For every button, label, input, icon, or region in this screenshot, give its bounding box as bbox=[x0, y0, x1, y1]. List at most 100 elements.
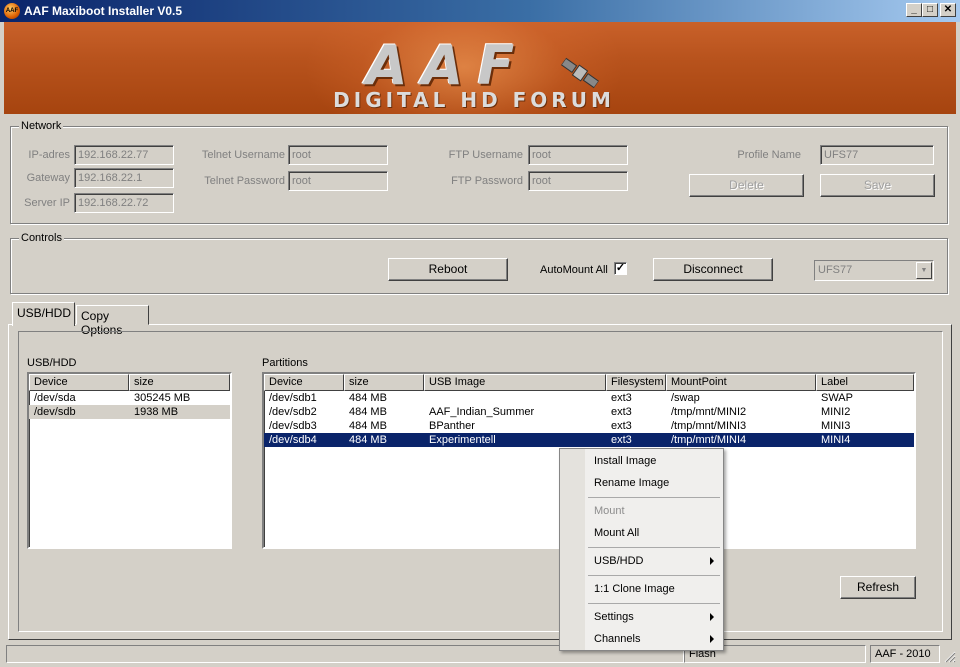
cell-label: MINI4 bbox=[821, 434, 851, 446]
menu-mount-all[interactable]: Mount All bbox=[586, 523, 722, 543]
cell-device: /dev/sdb2 bbox=[269, 406, 317, 418]
col-size[interactable]: size bbox=[129, 374, 230, 391]
ftp-username-field[interactable]: root bbox=[528, 145, 628, 165]
maximize-icon: □ bbox=[926, 4, 934, 15]
gateway-field[interactable]: 192.168.22.1 bbox=[74, 168, 174, 188]
server-ip-field[interactable]: 192.168.22.72 bbox=[74, 193, 174, 213]
cell-mount: /tmp/mnt/MINI2 bbox=[671, 406, 747, 418]
context-menu: Install Image Rename Image Mount Mount A… bbox=[559, 448, 724, 651]
close-icon: ✕ bbox=[943, 4, 953, 15]
disconnect-button[interactable]: Disconnect bbox=[653, 258, 773, 281]
cell-image: Experimentell bbox=[429, 434, 496, 446]
submenu-arrow-icon bbox=[710, 613, 714, 621]
menu-separator bbox=[588, 547, 720, 548]
ip-field[interactable]: 192.168.22.77 bbox=[74, 145, 174, 165]
usb-row[interactable]: /dev/sda 305245 MB bbox=[29, 391, 230, 405]
cell-size: 484 MB bbox=[349, 434, 387, 446]
menu-usb-hdd[interactable]: USB/HDD bbox=[586, 551, 722, 571]
cell-label: SWAP bbox=[821, 392, 853, 404]
usb-row-device: /dev/sdb bbox=[34, 406, 76, 418]
banner-logo: AAF bbox=[365, 34, 529, 97]
cell-fs: ext3 bbox=[611, 406, 632, 418]
submenu-arrow-icon bbox=[710, 635, 714, 643]
menu-settings[interactable]: Settings bbox=[586, 607, 722, 627]
menu-rename-image[interactable]: Rename Image bbox=[586, 473, 722, 493]
col-label[interactable]: Label bbox=[816, 374, 914, 391]
col-device[interactable]: Device bbox=[29, 374, 129, 391]
menu-channels[interactable]: Channels bbox=[586, 629, 722, 649]
resize-grip-icon[interactable] bbox=[942, 649, 956, 663]
cell-fs: ext3 bbox=[611, 392, 632, 404]
aaf-app-icon[interactable]: AAF bbox=[4, 3, 20, 19]
banner-subtitle: DIGITAL HD FORUM bbox=[333, 88, 615, 112]
menu-mount[interactable]: Mount bbox=[586, 501, 722, 521]
ftp-username-label: FTP Username bbox=[448, 149, 523, 161]
usb-row-device: /dev/sda bbox=[34, 392, 76, 404]
menu-install-image[interactable]: Install Image bbox=[586, 451, 722, 471]
telnet-password-label: Telnet Password bbox=[204, 175, 285, 187]
usb-device-list[interactable]: Device size /dev/sda 305245 MB /dev/sdb … bbox=[27, 372, 232, 549]
cell-image: AAF_Indian_Summer bbox=[429, 406, 535, 418]
partition-row-selected[interactable]: /dev/sdb4 484 MB Experimentell ext3 /tmp… bbox=[264, 433, 914, 447]
delete-button[interactable]: Delete bbox=[689, 174, 804, 197]
dropdown-arrow-icon[interactable]: ▼ bbox=[916, 262, 932, 279]
profile-name-field[interactable]: UFS77 bbox=[820, 145, 934, 165]
cell-size: 484 MB bbox=[349, 406, 387, 418]
banner: AAF DIGITAL HD FORUM bbox=[4, 22, 956, 114]
menu-channels-label: Channels bbox=[594, 633, 641, 645]
submenu-arrow-icon bbox=[710, 557, 714, 565]
automount-label: AutoMount All bbox=[540, 264, 608, 276]
tab-usb-hdd[interactable]: USB/HDD bbox=[12, 302, 75, 326]
col-size[interactable]: size bbox=[344, 374, 424, 391]
telnet-password-field[interactable]: root bbox=[288, 171, 388, 191]
server-ip-label: Server IP bbox=[24, 197, 70, 209]
col-mountpoint[interactable]: MountPoint bbox=[666, 374, 816, 391]
menu-clone-image[interactable]: 1:1 Clone Image bbox=[586, 579, 722, 599]
cell-device: /dev/sdb3 bbox=[269, 420, 317, 432]
telnet-username-label: Telnet Username bbox=[201, 149, 285, 161]
cell-mount: /tmp/mnt/MINI4 bbox=[671, 434, 747, 446]
telnet-username-field[interactable]: root bbox=[288, 145, 388, 165]
close-button[interactable]: ✕ bbox=[940, 3, 956, 17]
ftp-password-field[interactable]: root bbox=[528, 171, 628, 191]
refresh-button[interactable]: Refresh bbox=[840, 576, 916, 599]
profile-name-label: Profile Name bbox=[737, 149, 801, 161]
col-device[interactable]: Device bbox=[264, 374, 344, 391]
cell-fs: ext3 bbox=[611, 420, 632, 432]
cell-mount: /tmp/mnt/MINI3 bbox=[671, 420, 747, 432]
partition-row[interactable]: /dev/sdb2 484 MB AAF_Indian_Summer ext3 … bbox=[264, 405, 914, 419]
window-title: AAF Maxiboot Installer V0.5 bbox=[24, 4, 183, 18]
network-legend: Network bbox=[19, 120, 64, 132]
cell-device: /dev/sdb4 bbox=[269, 434, 317, 446]
cell-fs: ext3 bbox=[611, 434, 632, 446]
menu-separator bbox=[588, 497, 720, 498]
title-bar[interactable]: AAF AAF Maxiboot Installer V0.5 _ □ ✕ bbox=[0, 0, 960, 22]
save-button[interactable]: Save bbox=[820, 174, 935, 197]
cell-label: MINI2 bbox=[821, 406, 851, 418]
usb-row-size: 1938 MB bbox=[134, 406, 179, 418]
menu-separator bbox=[588, 603, 720, 604]
ftp-password-label: FTP Password bbox=[451, 175, 523, 187]
profile-select[interactable]: UFS77 ▼ bbox=[814, 260, 934, 281]
partition-row[interactable]: /dev/sdb3 484 MB BPanther ext3 /tmp/mnt/… bbox=[264, 419, 914, 433]
col-usb-image[interactable]: USB Image bbox=[424, 374, 606, 391]
maximize-button[interactable]: □ bbox=[922, 3, 938, 17]
partitions-title: Partitions bbox=[262, 357, 308, 369]
usb-row-selected[interactable]: /dev/sdb 1938 MB bbox=[29, 405, 230, 419]
tab-copy-options[interactable]: Copy Options bbox=[76, 305, 149, 337]
cell-size: 484 MB bbox=[349, 392, 387, 404]
cell-mount: /swap bbox=[671, 392, 700, 404]
automount-checkbox[interactable]: ✓ bbox=[614, 262, 627, 275]
gateway-label: Gateway bbox=[26, 172, 70, 184]
cell-size: 484 MB bbox=[349, 420, 387, 432]
partition-row[interactable]: /dev/sdb1 484 MB ext3 /swap SWAP bbox=[264, 391, 914, 405]
controls-legend: Controls bbox=[19, 232, 64, 244]
partition-list-header: Device size USB Image Filesystem MountPo… bbox=[264, 374, 914, 391]
minimize-button[interactable]: _ bbox=[906, 3, 922, 17]
menu-settings-label: Settings bbox=[594, 611, 634, 623]
reboot-button[interactable]: Reboot bbox=[388, 258, 508, 281]
cell-image bbox=[424, 391, 606, 405]
col-filesystem[interactable]: Filesystem bbox=[606, 374, 666, 391]
cell-label: MINI3 bbox=[821, 420, 851, 432]
cell-device: /dev/sdb1 bbox=[269, 392, 317, 404]
